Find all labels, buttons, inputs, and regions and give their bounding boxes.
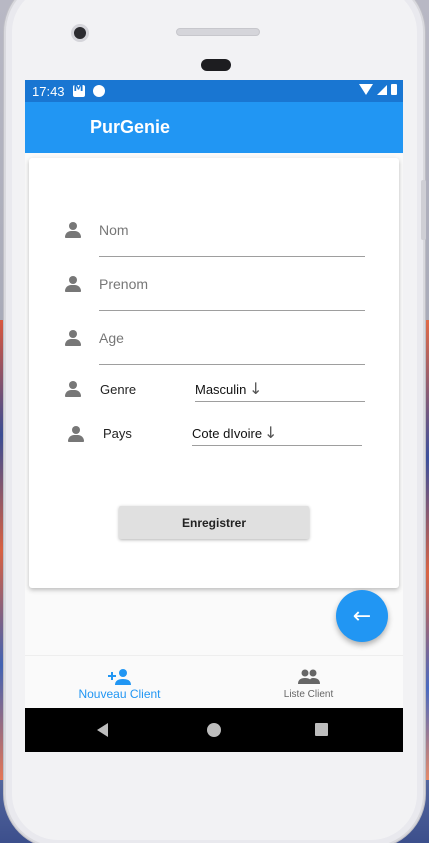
prenom-field[interactable]: Prenom xyxy=(29,273,399,327)
system-back-icon[interactable] xyxy=(97,723,108,737)
device-screen: 17:43 PurGenie Nom Prenom xyxy=(25,80,403,752)
bottom-navigation: Nouveau Client Liste Client xyxy=(25,655,403,708)
prenom-placeholder: Prenom xyxy=(99,276,149,292)
nom-field[interactable]: Nom xyxy=(29,218,399,272)
system-recents-icon[interactable] xyxy=(315,723,328,736)
cell-signal-icon xyxy=(377,84,387,95)
battery-icon xyxy=(391,84,397,95)
prenom-underline xyxy=(99,310,365,311)
person-icon xyxy=(65,222,81,238)
nav-item-nouveau-client[interactable]: Nouveau Client xyxy=(25,656,214,709)
system-home-icon[interactable] xyxy=(207,723,221,737)
pays-dropdown-underline xyxy=(192,445,362,446)
genre-dropdown-underline xyxy=(195,401,365,402)
nom-underline xyxy=(99,256,365,257)
power-button xyxy=(421,180,426,240)
person-icon xyxy=(65,276,81,292)
app-title: PurGenie xyxy=(90,117,171,137)
person-add-icon xyxy=(108,669,131,685)
gmail-notification-icon xyxy=(72,83,85,97)
wifi-icon xyxy=(359,84,373,95)
status-time: 17:43 xyxy=(32,83,65,99)
person-icon xyxy=(65,330,81,346)
arrow-down-icon[interactable]: ↓ xyxy=(249,379,262,398)
nav-label-liste-client: Liste Client xyxy=(283,689,334,700)
app-notification-icon xyxy=(92,85,105,97)
arrow-back-icon: ← xyxy=(352,603,372,629)
people-icon xyxy=(298,669,320,684)
age-field[interactable]: Age xyxy=(29,327,399,381)
front-camera xyxy=(71,24,89,42)
genre-label: Genre xyxy=(100,382,137,397)
nom-placeholder: Nom xyxy=(99,222,129,238)
pays-label: Pays xyxy=(103,426,132,441)
save-button[interactable]: Enregistrer xyxy=(119,506,309,539)
age-underline xyxy=(99,364,365,365)
person-icon xyxy=(68,426,84,442)
nav-item-liste-client[interactable]: Liste Client xyxy=(214,656,403,709)
system-navigation-bar xyxy=(25,708,403,752)
back-fab[interactable]: ← xyxy=(336,590,388,642)
client-form-card: Nom Prenom Age Genre Masculin ↓ Pays Cot… xyxy=(29,158,399,588)
person-icon xyxy=(65,381,81,397)
age-placeholder: Age xyxy=(99,330,124,346)
status-bar: 17:43 xyxy=(25,80,403,102)
nav-label-nouveau-client: Nouveau Client xyxy=(78,687,161,701)
arrow-down-icon[interactable]: ↓ xyxy=(264,423,277,442)
earpiece-speaker xyxy=(176,28,260,36)
app-bar: PurGenie xyxy=(25,102,403,153)
pays-dropdown-value[interactable]: Cote dIvoire xyxy=(192,426,262,441)
pays-row: Pays Cote dIvoire ↓ xyxy=(29,423,399,477)
proximity-sensor xyxy=(201,59,231,71)
genre-dropdown-value[interactable]: Masculin xyxy=(195,382,246,397)
